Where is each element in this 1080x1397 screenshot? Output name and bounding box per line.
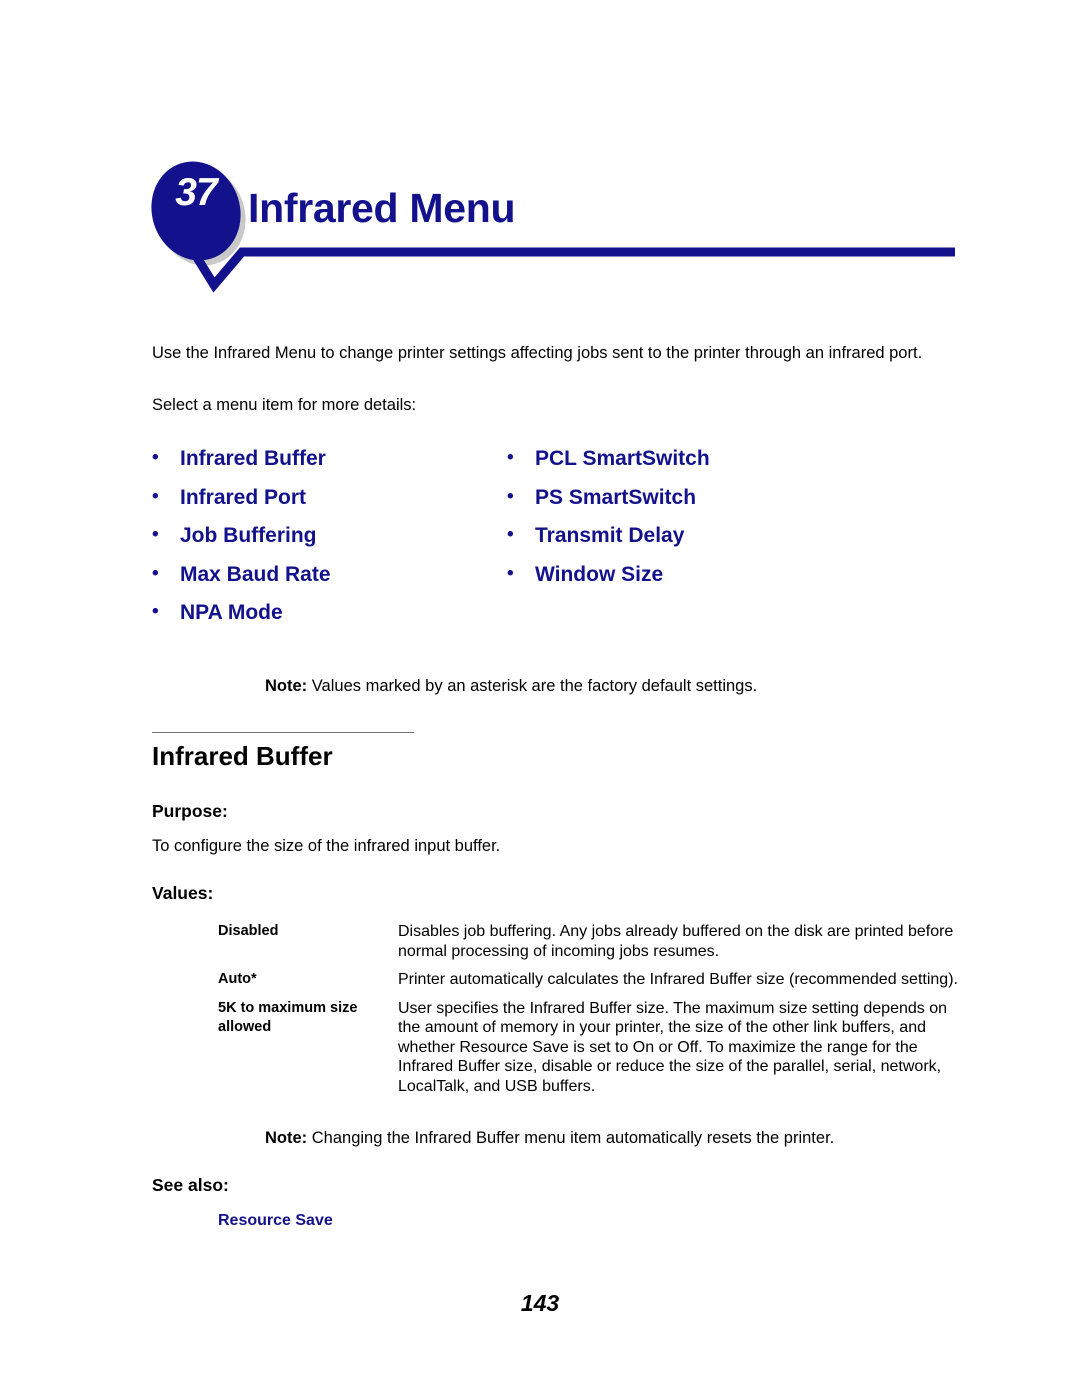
menu-link-pcl-smartswitch[interactable]: • PCL SmartSwitch xyxy=(507,447,927,486)
section-heading: Infrared Buffer xyxy=(152,741,333,771)
document-page: 37 Infrared Menu Use the Infrared Menu t… xyxy=(0,0,1080,1397)
menu-link-label: Job Buffering xyxy=(180,524,317,547)
bullet-icon: • xyxy=(152,524,159,545)
table-row: Disabled Disables job buffering. Any job… xyxy=(218,922,958,961)
menu-link-transmit-delay[interactable]: • Transmit Delay xyxy=(507,524,927,563)
page-number: 143 xyxy=(520,1290,560,1316)
value-description: Printer automatically calculates the Inf… xyxy=(398,971,958,988)
menu-link-label: PS SmartSwitch xyxy=(535,485,697,509)
bullet-icon: • xyxy=(507,447,514,468)
see-also-label: See also: xyxy=(152,1175,229,1195)
select-menu-item-prompt: Select a menu item for more details: xyxy=(152,396,417,414)
menu-link-label: Infrared Port xyxy=(180,485,307,509)
menu-link-npa-mode[interactable]: • NPA Mode xyxy=(152,601,507,640)
note-label: Note: xyxy=(265,677,308,695)
bullet-icon: • xyxy=(507,485,514,507)
value-name: Auto* xyxy=(218,971,257,987)
see-also-link-resource-save[interactable]: Resource Save xyxy=(218,1212,333,1230)
table-row: 5K to maximum size allowed User specifie… xyxy=(218,999,958,1097)
menu-link-job-buffering[interactable]: • Job Buffering xyxy=(152,524,507,563)
menu-link-label: Transmit Delay xyxy=(535,524,685,547)
bullet-icon: • xyxy=(507,562,514,584)
menu-links-left-column: • Infrared Buffer • Infrared Port • Job … xyxy=(152,447,507,640)
values-table: Disabled Disables job buffering. Any job… xyxy=(218,922,958,1105)
table-row: Auto* Printer automatically calculates t… xyxy=(218,970,958,990)
purpose-label: Purpose: xyxy=(152,801,228,821)
menu-links-right-column: • PCL SmartSwitch • PS SmartSwitch • Tra… xyxy=(507,447,927,640)
note-text: Changing the Infrared Buffer menu item a… xyxy=(311,1129,835,1147)
note-text: Values marked by an asterisk are the fac… xyxy=(311,677,758,695)
bullet-icon: • xyxy=(507,524,514,545)
bullet-icon: • xyxy=(152,562,159,584)
menu-link-label: NPA Mode xyxy=(180,601,283,624)
menu-link-infrared-buffer[interactable]: • Infrared Buffer xyxy=(152,447,507,486)
menu-link-label: Infrared Buffer xyxy=(180,447,326,470)
note-factory-defaults: Note: Values marked by an asterisk are t… xyxy=(265,674,757,698)
menu-link-label: Max Baud Rate xyxy=(180,562,331,586)
header-graphic xyxy=(151,161,955,293)
menu-links-list: • Infrared Buffer • Infrared Port • Job … xyxy=(152,447,952,640)
purpose-text: To configure the size of the infrared in… xyxy=(152,837,501,855)
menu-link-max-baud-rate[interactable]: • Max Baud Rate xyxy=(152,563,507,602)
bullet-icon: • xyxy=(152,601,159,622)
header-rule-line xyxy=(184,240,955,293)
note-label: Note: xyxy=(265,1129,308,1147)
values-label: Values: xyxy=(152,883,214,903)
menu-link-window-size[interactable]: • Window Size xyxy=(507,563,927,602)
value-description: User specifies the Infrared Buffer size.… xyxy=(398,999,948,1095)
chapter-badge-number: 37 xyxy=(175,171,217,214)
section-divider xyxy=(152,732,414,733)
menu-link-label: Window Size xyxy=(535,562,664,586)
menu-link-ps-smartswitch[interactable]: • PS SmartSwitch xyxy=(507,486,927,525)
menu-link-label: PCL SmartSwitch xyxy=(535,447,710,470)
bullet-icon: • xyxy=(152,485,159,507)
page-title: Infrared Menu xyxy=(248,185,516,231)
menu-link-infrared-port[interactable]: • Infrared Port xyxy=(152,486,507,525)
intro-paragraph: Use the Infrared Menu to change printer … xyxy=(152,344,923,362)
chapter-header: 37 Infrared Menu xyxy=(0,0,1080,310)
bullet-icon: • xyxy=(152,447,159,468)
note-resets-printer: Note: Changing the Infrared Buffer menu … xyxy=(265,1126,834,1150)
value-name: Disabled xyxy=(218,923,279,939)
value-name: 5K to maximum size allowed xyxy=(218,999,358,1036)
value-description: Disables job buffering. Any jobs already… xyxy=(398,923,954,960)
